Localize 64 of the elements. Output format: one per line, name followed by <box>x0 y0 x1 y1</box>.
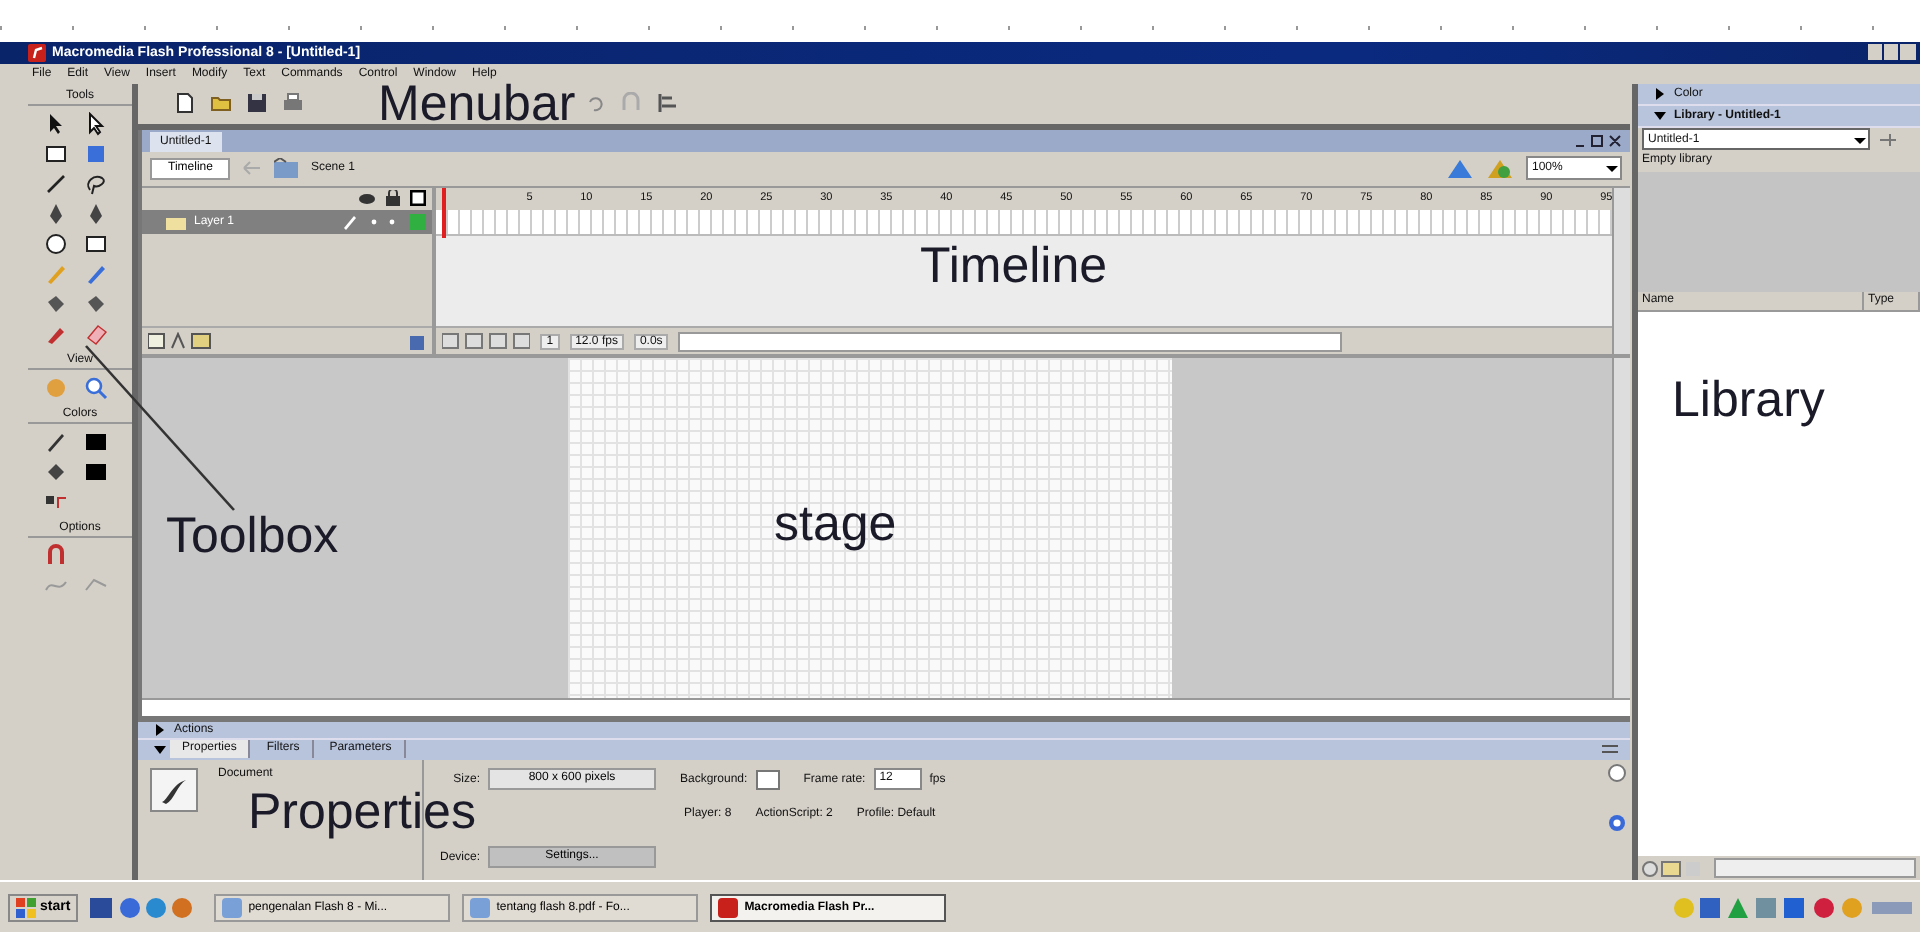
annotation-label: stage <box>774 500 897 550</box>
magnet-icon[interactable] <box>44 543 68 568</box>
magnifier-tool-icon[interactable] <box>84 375 108 400</box>
window-icon <box>222 897 243 918</box>
annotation-label: Timeline <box>920 242 1108 292</box>
eraser-tool-icon[interactable] <box>84 321 108 346</box>
collapsed-arrow-icon <box>1654 87 1666 100</box>
window-controls-icon[interactable] <box>1574 133 1622 148</box>
flash-document-icon <box>150 767 198 812</box>
trash-icon[interactable] <box>408 332 427 351</box>
pencil-icon[interactable] <box>44 429 68 454</box>
options-icon[interactable] <box>1602 743 1618 756</box>
library-buttons-icon[interactable] <box>1642 859 1702 878</box>
collapsed-arrow-icon <box>154 723 166 736</box>
system-tray-icons[interactable] <box>1672 895 1912 920</box>
layer-buttons-icon[interactable] <box>148 332 212 351</box>
layer-icon <box>166 213 186 230</box>
lock-icon[interactable] <box>386 190 401 207</box>
layer-toggles-icon <box>366 213 427 230</box>
annotation-label: Library <box>1672 376 1825 426</box>
stroke-swatch-icon[interactable] <box>84 429 108 454</box>
new-file-icon[interactable] <box>174 92 196 115</box>
align-icon[interactable] <box>656 92 678 115</box>
folder-icon[interactable] <box>210 92 232 115</box>
window-icon <box>718 897 739 918</box>
horizontal-scrollbar[interactable] <box>678 331 1343 352</box>
info-icon[interactable] <box>1607 813 1625 832</box>
rectangle-tool-icon[interactable] <box>44 141 68 166</box>
square-tool-icon[interactable] <box>84 231 108 256</box>
background-color-swatch[interactable] <box>755 769 780 790</box>
arrow-tool-icon[interactable] <box>44 111 68 136</box>
printer-icon[interactable] <box>282 92 304 115</box>
eye-icon[interactable] <box>358 191 377 206</box>
expanded-arrow-icon <box>154 743 166 756</box>
save-icon[interactable] <box>246 92 268 115</box>
window-controls-icon[interactable] <box>1868 44 1916 61</box>
circle-tool-icon[interactable] <box>44 231 68 256</box>
horizontal-scrollbar[interactable] <box>142 698 1630 716</box>
edit-symbols-icon[interactable] <box>1446 156 1474 181</box>
onion-skin-icons[interactable] <box>442 332 531 351</box>
scene-icon <box>274 158 299 179</box>
subselect-tool-icon[interactable] <box>84 111 108 136</box>
pin-icon[interactable] <box>1878 131 1898 148</box>
vertical-scrollbar[interactable] <box>1612 187 1630 355</box>
lasso-tool-icon[interactable] <box>84 171 108 196</box>
expanded-arrow-icon <box>1654 109 1666 122</box>
vertical-scrollbar[interactable] <box>1612 358 1630 699</box>
annotation-label: Menubar <box>378 84 576 124</box>
windows-logo-icon <box>16 897 36 918</box>
pencil-icon <box>342 213 359 230</box>
pen-tool-icon[interactable] <box>84 201 108 226</box>
frame-cells[interactable] <box>436 209 1613 236</box>
annotation-label: Properties <box>248 790 476 838</box>
horizontal-scrollbar[interactable] <box>1714 858 1916 879</box>
pen-tool-icon[interactable] <box>44 201 68 226</box>
annotation-label: Toolbox <box>166 512 339 562</box>
playhead[interactable] <box>442 187 447 238</box>
window-icon <box>470 897 491 918</box>
help-icon[interactable] <box>1607 763 1625 782</box>
fill-swatch-icon[interactable] <box>84 459 108 484</box>
app-icon <box>28 43 46 62</box>
line-tool-icon[interactable] <box>44 171 68 196</box>
undo-icon[interactable] <box>584 92 606 115</box>
dropdown-arrow-icon <box>1604 160 1620 177</box>
